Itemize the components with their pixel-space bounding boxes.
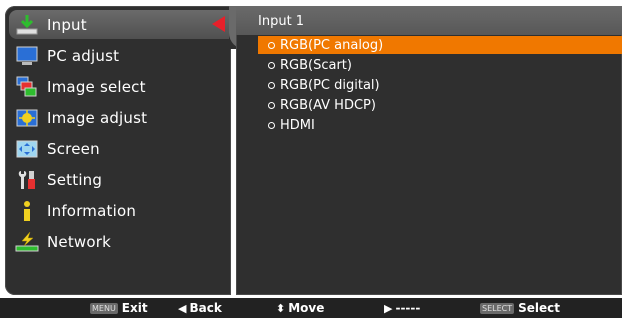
menu-item-label: Screen [47,139,100,158]
image-select-icon [15,76,39,98]
radio-dot-icon [268,81,275,89]
menu-item-label: Setting [47,170,103,189]
network-icon [15,231,39,253]
menu-key-icon: MENU [90,302,118,314]
back-hint: ◀ Back [178,301,222,315]
image-adjust-icon [15,107,39,129]
menu-item-label: Image adjust [47,108,148,127]
option-hdmi[interactable]: HDMI [258,116,622,134]
main-menu-panel: Input PC adjust Image select Image adjus… [5,6,231,295]
option-label: RGB(PC digital) [280,77,380,93]
left-arrow-icon: ◀ [178,301,187,315]
submenu-panel: Input 1 RGB(PC analog) RGB(Scart) RGB(PC… [236,6,622,295]
select-label: Select [518,301,561,315]
radio-dot-icon [268,101,275,109]
right-arrow-icon: ▶ [384,301,393,315]
exit-label: Exit [121,301,148,315]
option-rgb-pc-digital[interactable]: RGB(PC digital) [258,76,622,94]
menu-item-label: Image select [47,77,146,96]
next-label: ----- [395,301,421,315]
option-label: RGB(Scart) [280,57,352,73]
menu-item-information[interactable]: Information [9,196,231,225]
option-label: RGB(PC analog) [280,37,384,53]
select-key-icon: SELECT [480,302,515,314]
radio-dot-icon [268,121,275,129]
menu-item-label: Input [47,15,87,34]
information-icon [15,200,39,222]
up-down-arrow-icon: ⬍ [276,301,286,315]
menu-item-label: Information [47,201,137,220]
move-label: Move [288,301,325,315]
option-rgb-av-hdcp[interactable]: RGB(AV HDCP) [258,96,622,114]
input-icon [15,14,39,36]
menu-item-image-select[interactable]: Image select [9,72,231,101]
back-label: Back [189,301,222,315]
exit-hint: MENU Exit [90,301,148,315]
submenu-title: Input 1 [236,6,622,35]
screen-icon [15,138,39,160]
menu-item-label: Network [47,232,112,251]
radio-dot-icon [268,41,275,49]
menu-item-pc-adjust[interactable]: PC adjust [9,41,231,70]
pc-adjust-icon [15,45,39,67]
menu-item-screen[interactable]: Screen [9,134,231,163]
option-label: HDMI [280,117,315,133]
next-hint: ▶ ----- [384,301,420,315]
select-hint: SELECT Select [480,301,560,315]
radio-dot-icon [268,61,275,69]
menu-item-network[interactable]: Network [9,227,231,256]
menu-item-input[interactable]: Input [9,10,231,39]
input-option-list: RGB(PC analog) RGB(Scart) RGB(PC digital… [258,36,622,136]
option-rgb-scart[interactable]: RGB(Scart) [258,56,622,74]
option-label: RGB(AV HDCP) [280,97,376,113]
selection-arrow-icon [212,16,225,32]
menu-item-label: PC adjust [47,46,120,65]
menu-item-setting[interactable]: Setting [9,165,231,194]
bottom-help-bar: MENU Exit ◀ Back ⬍ Move ▶ ----- SELECT S… [0,298,622,318]
setting-icon [15,169,39,191]
menu-item-image-adjust[interactable]: Image adjust [9,103,231,132]
option-rgb-pc-analog[interactable]: RGB(PC analog) [258,36,622,54]
move-hint: ⬍ Move [276,301,324,315]
